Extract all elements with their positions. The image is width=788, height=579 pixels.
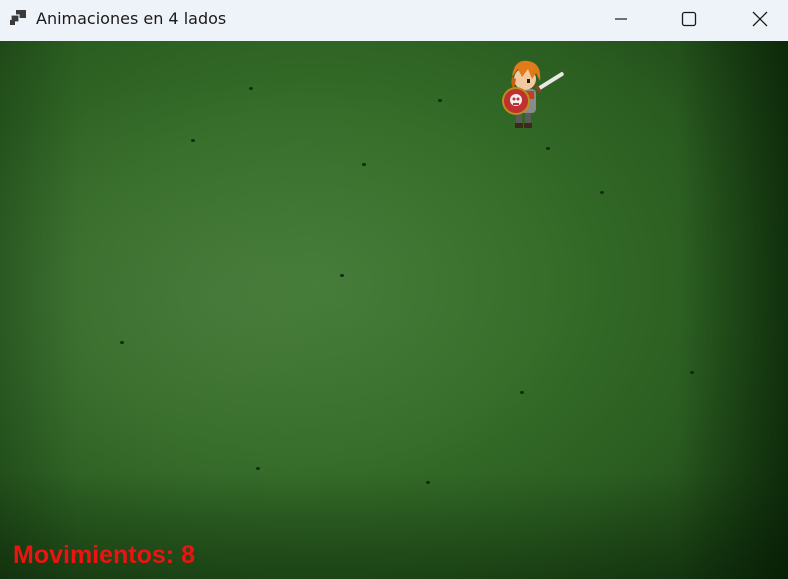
maximize-button[interactable] xyxy=(666,0,712,38)
dirt-speck xyxy=(438,99,442,102)
maximize-icon xyxy=(681,11,697,27)
field-vignette xyxy=(0,41,788,579)
minimize-icon xyxy=(615,18,627,20)
dirt-speck xyxy=(426,481,430,484)
title-bar[interactable]: Animaciones en 4 lados xyxy=(0,0,788,40)
moves-counter: Movimientos: 8 xyxy=(13,541,195,569)
dirt-speck xyxy=(362,163,366,166)
knight-sprite xyxy=(502,60,564,128)
dirt-speck xyxy=(546,147,550,150)
minimize-button[interactable] xyxy=(598,0,644,38)
dirt-speck xyxy=(600,191,604,194)
game-window: Animaciones en 4 lados Movimientos: 8 xyxy=(0,0,788,579)
window-title: Animaciones en 4 lados xyxy=(36,9,227,28)
game-field[interactable]: Movimientos: 8 xyxy=(0,41,788,579)
dirt-speck xyxy=(690,371,694,374)
dirt-speck xyxy=(520,391,524,394)
dirt-speck xyxy=(249,87,253,90)
app-window-icon xyxy=(10,10,26,25)
dirt-speck xyxy=(191,139,195,142)
dirt-speck xyxy=(120,341,124,344)
close-button[interactable] xyxy=(737,0,783,38)
dirt-speck xyxy=(256,467,260,470)
close-icon xyxy=(752,11,768,27)
dirt-speck xyxy=(340,274,344,277)
